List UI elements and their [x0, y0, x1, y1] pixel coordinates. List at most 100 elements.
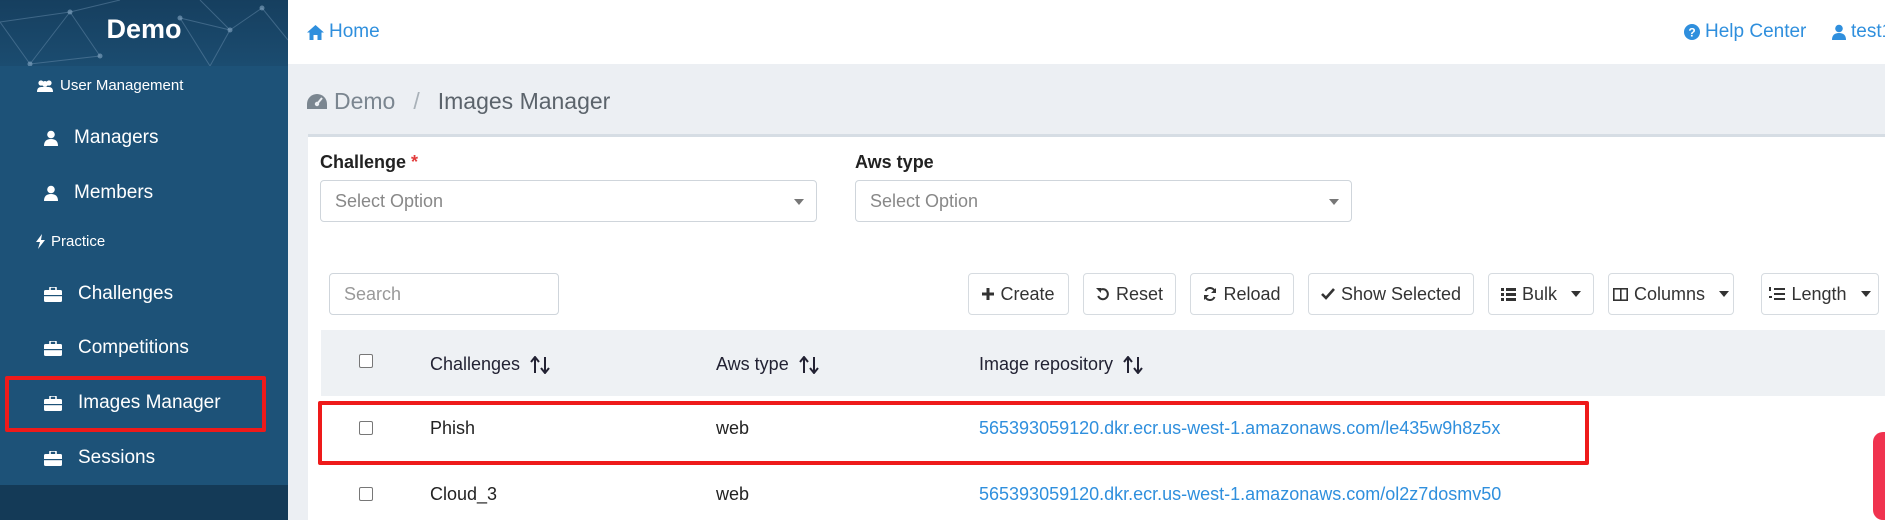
reload-button[interactable]: Reload: [1190, 273, 1294, 315]
sidebar-footer: [0, 485, 288, 520]
user-menu[interactable]: test1: [1832, 21, 1885, 43]
sidebar-item-competitions[interactable]: Competitions: [0, 322, 288, 374]
briefcase-icon: [44, 395, 62, 411]
search-input[interactable]: [329, 273, 559, 315]
cell-aws-type: web: [716, 484, 750, 504]
column-header-image-repository[interactable]: Image repository: [979, 354, 1143, 375]
reset-button[interactable]: Reset: [1083, 273, 1176, 315]
bolt-icon: [36, 234, 45, 249]
briefcase-icon: [44, 340, 62, 356]
sidebar-item-label: Members: [74, 182, 154, 203]
bulk-label: Bulk: [1521, 283, 1557, 304]
refresh-icon: [1204, 287, 1217, 301]
sidebar-item-members[interactable]: Members: [0, 167, 288, 219]
row-checkbox[interactable]: [359, 487, 373, 501]
check-icon: [1321, 288, 1335, 300]
sort-icon: [530, 355, 550, 374]
columns-label: Columns: [1633, 283, 1706, 304]
column-header-challenges[interactable]: Challenges: [430, 354, 550, 375]
header-label: Challenges: [430, 354, 521, 374]
list-icon: [1500, 287, 1516, 301]
columns-dropdown-button[interactable]: Columns: [1608, 273, 1734, 315]
briefcase-icon: [44, 450, 62, 466]
user-icon: [44, 185, 58, 201]
length-dropdown-button[interactable]: Length: [1761, 273, 1879, 315]
breadcrumb-root[interactable]: Demo: [334, 88, 395, 115]
undo-icon: [1095, 288, 1109, 301]
cell-aws-type: web: [716, 418, 750, 438]
label-text: Challenge: [320, 152, 407, 172]
sort-icon: [798, 355, 819, 374]
length-label: Length: [1791, 283, 1847, 304]
challenge-filter-label: Challenge *: [320, 152, 418, 173]
briefcase-icon: [44, 286, 62, 302]
select-placeholder: Select Option: [335, 190, 444, 211]
section-user-management: User Management: [36, 77, 183, 94]
create-button[interactable]: Create: [968, 273, 1069, 315]
home-link-label: Home: [329, 21, 380, 42]
sidebar-item-label: Challenges: [78, 283, 174, 304]
breadcrumb: Demo / Images Manager: [306, 88, 610, 115]
breadcrumb-separator: /: [413, 88, 420, 114]
sidebar-item-challenges[interactable]: Challenges: [0, 268, 288, 320]
cell-image-repository-link[interactable]: 565393059120.dkr.ecr.us-west-1.amazonaws…: [979, 418, 1500, 439]
user-icon: [1832, 24, 1846, 40]
select-all-checkbox[interactable]: [359, 354, 373, 368]
sidebar: Demo User Management Managers Members Pr…: [0, 0, 288, 520]
chevron-down-icon: [1329, 199, 1339, 205]
table-row[interactable]: Phish web 565393059120.dkr.ecr.us-west-1…: [321, 396, 1885, 462]
cell-challenge: Cloud_3: [430, 484, 498, 504]
sidebar-header: Demo: [0, 0, 288, 66]
sidebar-item-managers[interactable]: Managers: [0, 112, 288, 164]
top-navbar: Home ? Help Center test1: [288, 0, 1885, 64]
reset-label: Reset: [1115, 283, 1164, 304]
help-center-label: Help Center: [1705, 21, 1807, 42]
brand-title[interactable]: Demo: [0, 14, 288, 45]
select-placeholder: Select Option: [870, 190, 979, 211]
dashboard-gauge-icon: [307, 93, 327, 109]
columns-icon: [1612, 287, 1628, 301]
sidebar-item-label: Managers: [74, 127, 159, 148]
section-practice: Practice: [36, 233, 105, 250]
reload-label: Reload: [1223, 283, 1281, 304]
chevron-down-icon: [1571, 291, 1581, 297]
list-ol-icon: [1769, 287, 1786, 300]
show-selected-button[interactable]: Show Selected: [1308, 273, 1474, 315]
section-label: User Management: [60, 77, 184, 94]
row-checkbox[interactable]: [359, 421, 373, 435]
question-circle-icon: ?: [1684, 24, 1700, 40]
user-name: test1: [1851, 21, 1885, 42]
sidebar-item-label: Competitions: [78, 337, 189, 358]
help-center-link[interactable]: ? Help Center: [1684, 21, 1806, 43]
table-header: Challenges Aws type Image repository: [321, 330, 1885, 396]
table-row[interactable]: Cloud_3 web 565393059120.dkr.ecr.us-west…: [321, 462, 1885, 520]
users-icon: [37, 79, 53, 92]
svg-text:?: ?: [1688, 26, 1695, 40]
header-label: Aws type: [716, 354, 789, 374]
home-icon: [307, 24, 324, 40]
chevron-down-icon: [794, 199, 804, 205]
required-mark: *: [411, 152, 419, 172]
sidebar-item-sessions[interactable]: Sessions: [0, 432, 288, 484]
sidebar-item-label: Images Manager: [78, 392, 221, 413]
challenge-select[interactable]: Select Option: [320, 180, 817, 222]
cell-image-repository-link[interactable]: 565393059120.dkr.ecr.us-west-1.amazonaws…: [979, 484, 1501, 505]
chevron-down-icon: [1719, 291, 1730, 297]
show-selected-label: Show Selected: [1340, 283, 1462, 304]
aws-type-filter-label: Aws type: [855, 152, 934, 173]
sidebar-item-images-manager[interactable]: Images Manager: [0, 377, 288, 429]
floating-tab[interactable]: [1873, 432, 1885, 520]
sort-icon: [1123, 355, 1143, 374]
header-label: Image repository: [979, 354, 1114, 374]
create-label: Create: [1000, 283, 1055, 304]
home-link[interactable]: Home: [307, 21, 380, 43]
plus-icon: [982, 288, 995, 300]
label-text: Aws type: [855, 152, 934, 172]
bulk-dropdown-button[interactable]: Bulk: [1488, 273, 1594, 315]
sidebar-item-label: Sessions: [78, 447, 156, 468]
user-icon: [44, 130, 58, 146]
breadcrumb-current: Images Manager: [437, 88, 611, 114]
cell-challenge: Phish: [430, 418, 476, 438]
aws-type-select[interactable]: Select Option: [855, 180, 1352, 222]
column-header-aws-type[interactable]: Aws type: [716, 354, 819, 375]
